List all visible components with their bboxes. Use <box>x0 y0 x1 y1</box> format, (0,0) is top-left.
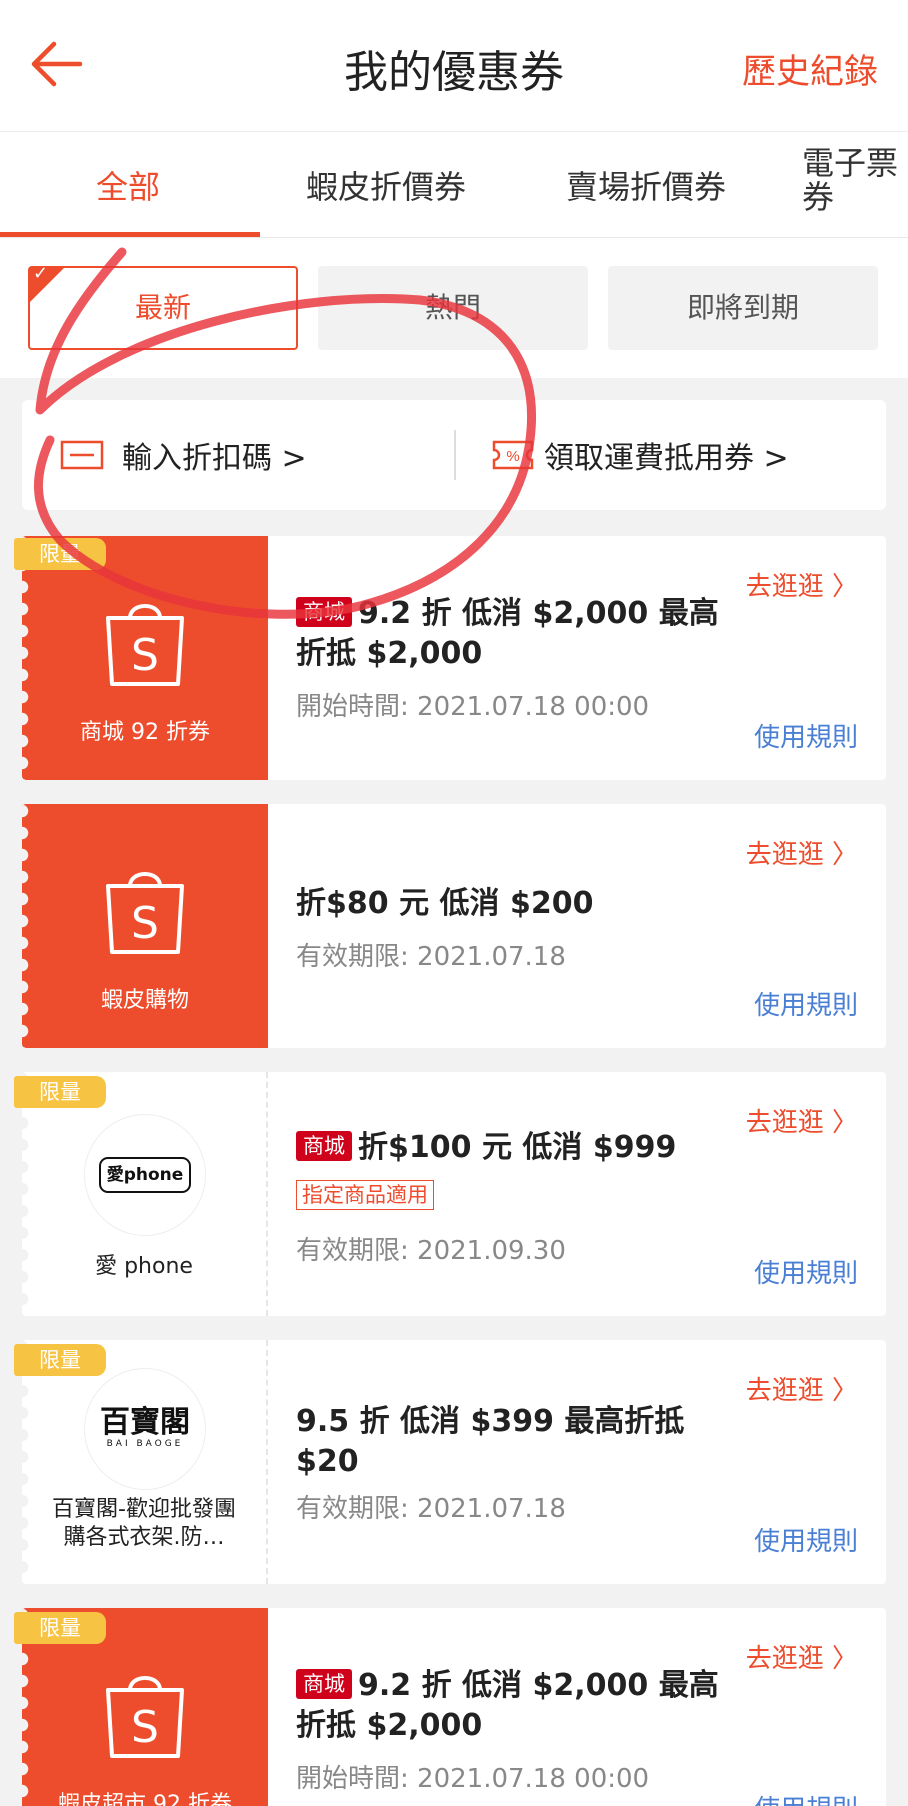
limited-badge: 限量 <box>14 1076 106 1108</box>
coupon-card: 百寶閣 BAI BAOGE 百寶閣-歡迎批發團購各式衣架.防… 9.5 折 低消… <box>22 1340 886 1584</box>
ticket-icon <box>60 440 104 470</box>
chevron-right-icon: 〉 <box>831 572 858 602</box>
tab-shop-coupons[interactable]: 賣場折價券 <box>566 162 726 208</box>
shopee-bag-icon: S <box>106 1676 184 1758</box>
limited-badge: 限量 <box>14 1344 106 1376</box>
voucher-actions: 輸入折扣碼 > % 領取運費抵用券 > <box>22 400 886 510</box>
divider <box>454 430 456 480</box>
coupon-title: 商城 9.2 折 低消 $2,000 最高折抵 $2,000 <box>296 1668 719 1743</box>
filter-popular[interactable]: 熱門 <box>318 266 588 350</box>
coupon-card: S 蝦皮超市 92 折券 商城 9.2 折 低消 $2,000 最高折抵 $2,0… <box>22 1608 886 1806</box>
go-shop-link[interactable]: 去逛逛 〉 <box>746 566 858 603</box>
applicable-products-tag: 指定商品適用 <box>296 1180 434 1210</box>
coupon-brand-name: 蝦皮購物 <box>100 988 189 1013</box>
svg-text:S: S <box>131 1702 159 1753</box>
go-shop-link[interactable]: 去逛逛 〉 <box>746 1638 858 1675</box>
aiphone-logo: 愛phone <box>99 1157 191 1193</box>
chevron-right-icon: 〉 <box>831 1644 858 1674</box>
tab-shopee-coupons[interactable]: 蝦皮折價券 <box>306 162 466 208</box>
shopee-bag-icon: S <box>106 872 184 954</box>
baibaoge-logo-sub: BAI BAOGE <box>106 1439 184 1449</box>
mall-tag: 商城 <box>296 597 352 627</box>
sort-filters: ✓ 最新 熱門 即將到期 <box>0 238 908 378</box>
coupon-date: 有效期限: 2021.09.30 <box>296 1236 566 1266</box>
filter-popular-label: 熱門 <box>424 291 481 324</box>
coupon-brand-name: 百寶閣-歡迎批發團購各式衣架.防… <box>52 1497 236 1550</box>
coupon-card: 愛phone 愛 phone 商城 折$100 元 低消 $999 指定商品適用 … <box>22 1072 886 1316</box>
filter-expiring-label: 即將到期 <box>686 291 799 324</box>
filter-latest[interactable]: ✓ 最新 <box>28 264 298 350</box>
baibaoge-logo: 百寶閣 <box>100 1405 190 1440</box>
chevron-right-icon: 〉 <box>831 1376 858 1406</box>
enter-code-label: 輸入折扣碼 > <box>122 441 307 476</box>
filter-latest-label: 最新 <box>134 291 191 324</box>
coupon-date: 有效期限: 2021.07.18 <box>296 1494 566 1524</box>
top-bar: 我的優惠券 歷史紀錄 <box>0 0 908 132</box>
usage-rules-link[interactable]: 使用規則 <box>754 1789 858 1806</box>
history-link[interactable]: 歷史紀錄 <box>742 44 878 93</box>
shopee-bag-icon: S <box>106 604 184 686</box>
coupon-brand-name: 愛 phone <box>95 1254 193 1279</box>
usage-rules-link[interactable]: 使用規則 <box>754 1521 858 1558</box>
coupon-date: 有效期限: 2021.07.18 <box>296 942 566 972</box>
svg-text:S: S <box>131 630 159 681</box>
percent-voucher-icon: % <box>492 440 534 470</box>
shop-logo: 愛phone <box>84 1114 206 1236</box>
enter-code-button[interactable]: 輸入折扣碼 > <box>60 430 307 480</box>
coupon-card: S 蝦皮購物 折$80 元 低消 $200 有效期限: 2021.07.18 去… <box>22 804 886 1048</box>
tab-all[interactable]: 全部 <box>96 162 160 208</box>
chevron-right-icon: 〉 <box>831 840 858 870</box>
coupon-title: 商城 9.2 折 低消 $2,000 最高折抵 $2,000 <box>296 596 719 671</box>
go-shop-link[interactable]: 去逛逛 〉 <box>746 1370 858 1407</box>
shipping-voucher-label: 領取運費抵用券 > <box>544 441 789 476</box>
coupon-brand-name: 蝦皮超市 92 折券 <box>58 1792 232 1806</box>
shop-logo: 百寶閣 BAI BAOGE <box>84 1368 206 1490</box>
limited-badge: 限量 <box>14 1612 106 1644</box>
coupon-date: 開始時間: 2021.07.18 00:00 <box>296 692 650 722</box>
coupon-title: 商城 折$100 元 低消 $999 <box>296 1128 726 1168</box>
shipping-voucher-button[interactable]: % 領取運費抵用券 > <box>490 430 789 480</box>
coupon-tabs: 全部 蝦皮折價券 賣場折價券 電子票券 <box>0 132 908 238</box>
coupon-title: 折$80 元 低消 $200 <box>296 886 594 921</box>
coupon-brand-panel: S 蝦皮購物 <box>22 804 268 1048</box>
limited-badge: 限量 <box>14 538 106 570</box>
mall-tag: 商城 <box>296 1131 352 1161</box>
coupon-brand-panel: S 商城 92 折券 <box>22 536 268 780</box>
svg-text:%: % <box>506 448 519 465</box>
go-shop-link[interactable]: 去逛逛 〉 <box>746 834 858 871</box>
usage-rules-link[interactable]: 使用規則 <box>754 1253 858 1290</box>
coupon-brand-panel: 愛phone 愛 phone <box>22 1072 268 1316</box>
tab-e-tickets[interactable]: 電子票券 <box>802 146 908 214</box>
svg-text:S: S <box>131 898 159 949</box>
coupon-date: 開始時間: 2021.07.18 00:00 <box>296 1764 650 1794</box>
mall-tag: 商城 <box>296 1669 352 1699</box>
coupon-title: 9.5 折 低消 $399 最高折抵 $20 <box>296 1404 685 1479</box>
active-tab-indicator <box>0 232 260 237</box>
usage-rules-link[interactable]: 使用規則 <box>754 985 858 1022</box>
filter-expiring[interactable]: 即將到期 <box>608 266 878 350</box>
usage-rules-link[interactable]: 使用規則 <box>754 717 858 754</box>
coupon-brand-panel: 百寶閣 BAI BAOGE 百寶閣-歡迎批發團購各式衣架.防… <box>22 1340 268 1584</box>
chevron-right-icon: 〉 <box>831 1108 858 1138</box>
coupon-card: S 商城 92 折券 商城 9.2 折 低消 $2,000 最高折抵 $2,000… <box>22 536 886 780</box>
coupon-brand-name: 商城 92 折券 <box>80 720 210 745</box>
go-shop-link[interactable]: 去逛逛 〉 <box>746 1102 858 1139</box>
